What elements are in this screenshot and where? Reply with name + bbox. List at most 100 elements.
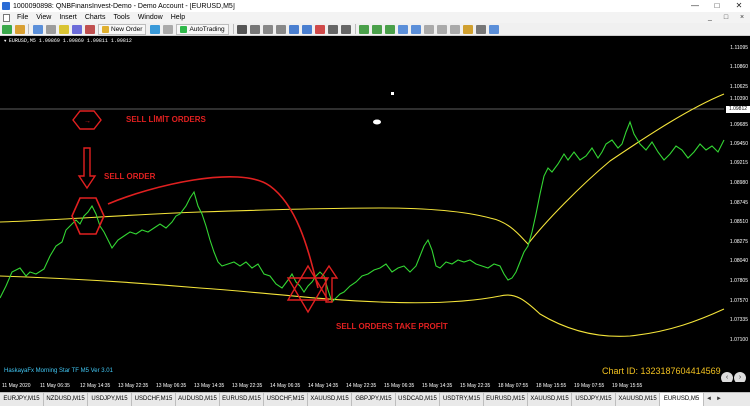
horizontal-line-icon[interactable] xyxy=(276,24,287,34)
indicators-icon[interactable] xyxy=(463,24,474,34)
text-icon[interactable] xyxy=(328,24,339,34)
minimize-button[interactable]: — xyxy=(684,0,706,12)
chart-marker xyxy=(373,119,381,125)
options-icon[interactable] xyxy=(162,24,173,34)
tab-eurusd-m15[interactable]: EURUSD,M15 xyxy=(220,393,264,406)
autoscroll-icon[interactable] xyxy=(437,24,448,34)
mdi-close-button[interactable]: × xyxy=(734,14,750,21)
autotrading-label: AutoTrading xyxy=(189,25,225,33)
chart-shift-icon[interactable] xyxy=(450,24,461,34)
tab-prev-icon[interactable]: ◄ xyxy=(704,393,714,406)
meta-editor-icon[interactable] xyxy=(149,24,160,34)
price-label: 1.07100 xyxy=(729,337,748,343)
take-profit-up-arrow-icon xyxy=(319,264,339,303)
sell-entry-hexagon xyxy=(71,197,105,235)
tab-usdchf-m15[interactable]: USDCHF,M15 xyxy=(132,393,176,406)
autotrading-button[interactable]: AutoTrading xyxy=(176,23,229,35)
scroll-right-icon[interactable]: › xyxy=(734,372,746,382)
price-label: 1.08980 xyxy=(729,180,748,186)
zoom-in-icon[interactable] xyxy=(398,24,409,34)
time-label: 13 May 22:35 xyxy=(118,383,149,389)
time-label: 15 May 22:35 xyxy=(460,383,491,389)
tab-eurusd-m15-2[interactable]: EURUSD,M15 xyxy=(484,393,528,406)
maximize-button[interactable]: □ xyxy=(706,0,728,12)
new-chart-icon[interactable] xyxy=(1,24,12,34)
tab-usdcad-m15[interactable]: USDCAD,M15 xyxy=(396,393,440,406)
trendline-icon[interactable] xyxy=(289,24,300,34)
tab-xauusd-m15[interactable]: XAUUSD,M15 xyxy=(308,393,352,406)
mdi-restore-button[interactable]: □ xyxy=(718,14,734,21)
data-window-icon[interactable] xyxy=(45,24,56,34)
time-label: 19 May 07:55 xyxy=(574,383,605,389)
bar-chart-icon[interactable] xyxy=(359,24,370,34)
periods-icon[interactable] xyxy=(476,24,487,34)
chart-marker xyxy=(391,92,394,95)
price-line xyxy=(0,120,725,304)
app-icon xyxy=(2,2,10,10)
navigator-icon[interactable] xyxy=(58,24,69,34)
new-order-button[interactable]: New Order xyxy=(98,23,147,35)
menu-tools[interactable]: Tools xyxy=(109,14,133,21)
menu-window[interactable]: Window xyxy=(134,14,167,21)
tab-eurjpy-m15[interactable]: EURJPY,M15 xyxy=(0,393,44,406)
channel-icon[interactable] xyxy=(302,24,313,34)
menu-file[interactable]: File xyxy=(13,14,32,21)
document-icon[interactable] xyxy=(3,13,10,22)
tab-usdchf-m15-2[interactable]: USDCHF,M15 xyxy=(264,393,308,406)
tab-usdjpy-m15-2[interactable]: USDJPY,M15 xyxy=(572,393,616,406)
tab-next-icon[interactable]: ► xyxy=(714,393,724,406)
tile-icon[interactable] xyxy=(424,24,435,34)
price-label: 1.07335 xyxy=(729,317,748,323)
candle-chart-icon[interactable] xyxy=(372,24,383,34)
mdi-minimize-button[interactable]: _ xyxy=(702,14,718,21)
tab-xauusd-m15-2[interactable]: XAUUSD,M15 xyxy=(528,393,572,406)
window-controls: — □ ✕ xyxy=(684,0,750,12)
take-profit-star-down xyxy=(286,277,330,314)
menu-charts[interactable]: Charts xyxy=(81,14,110,21)
upper-band-line xyxy=(0,93,725,245)
sell-down-arrow-icon xyxy=(77,147,97,190)
cursor-icon[interactable] xyxy=(237,24,248,34)
time-label: 14 May 14:35 xyxy=(308,383,339,389)
menu-view[interactable]: View xyxy=(32,14,55,21)
crosshair-icon[interactable] xyxy=(250,24,261,34)
zoom-out-icon[interactable] xyxy=(411,24,422,34)
chart-scroll-controls: ‹ › xyxy=(721,372,746,382)
tab-usdjpy-m15[interactable]: USDJPY,M15 xyxy=(88,393,132,406)
tab-nzdusd-m15[interactable]: NZDUSD,M15 xyxy=(44,393,88,406)
templates-icon[interactable] xyxy=(489,24,500,34)
chart-area[interactable]: → EURUSD,M5 1.09869 1.09869 1.09811 1.09… xyxy=(0,36,750,382)
time-label: 13 May 14:35 xyxy=(194,383,225,389)
line-chart-icon[interactable] xyxy=(385,24,396,34)
sell-limit-label: SELL LİMİT ORDERS xyxy=(126,115,206,124)
price-label: 1.09685 xyxy=(729,122,748,128)
scroll-left-icon[interactable]: ‹ xyxy=(721,372,733,382)
sell-limit-arrow-icon: → xyxy=(84,118,91,125)
chart-header: EURUSD,M5 1.09869 1.09869 1.09811 1.0981… xyxy=(4,38,132,44)
take-profit-star-up xyxy=(286,264,330,301)
tab-gbpjpy-m15[interactable]: GBPJPY,M15 xyxy=(352,393,396,406)
price-label: 1.10390 xyxy=(729,96,748,102)
tab-usdtry-m15[interactable]: USDTRY,M15 xyxy=(440,393,484,406)
tab-xauusd-m15-3[interactable]: XAUUSD,M15 xyxy=(616,393,660,406)
price-label: 1.07805 xyxy=(729,278,748,284)
terminal-icon[interactable] xyxy=(71,24,82,34)
time-label: 11 May 06:35 xyxy=(40,383,70,389)
tab-eurusd-m5[interactable]: EURUSD,M5 xyxy=(660,393,704,406)
close-button[interactable]: ✕ xyxy=(728,0,750,12)
strategy-tester-icon[interactable] xyxy=(84,24,95,34)
market-watch-icon[interactable] xyxy=(32,24,43,34)
fibonacci-icon[interactable] xyxy=(315,24,326,34)
tab-audusd-m15[interactable]: AUDUSD,M15 xyxy=(176,393,220,406)
price-label: 1.11095 xyxy=(730,45,748,51)
menu-insert[interactable]: Insert xyxy=(55,14,81,21)
time-label: 12 May 14:35 xyxy=(80,383,111,389)
label-icon[interactable] xyxy=(341,24,352,34)
new-order-icon xyxy=(102,25,109,33)
sell-trajectory-arrow xyxy=(107,175,319,289)
menu-help[interactable]: Help xyxy=(167,14,189,21)
price-label: 1.10625 xyxy=(729,84,748,90)
profiles-icon[interactable] xyxy=(14,24,25,34)
vertical-line-icon[interactable] xyxy=(263,24,274,34)
price-label: 1.08275 xyxy=(729,239,748,245)
